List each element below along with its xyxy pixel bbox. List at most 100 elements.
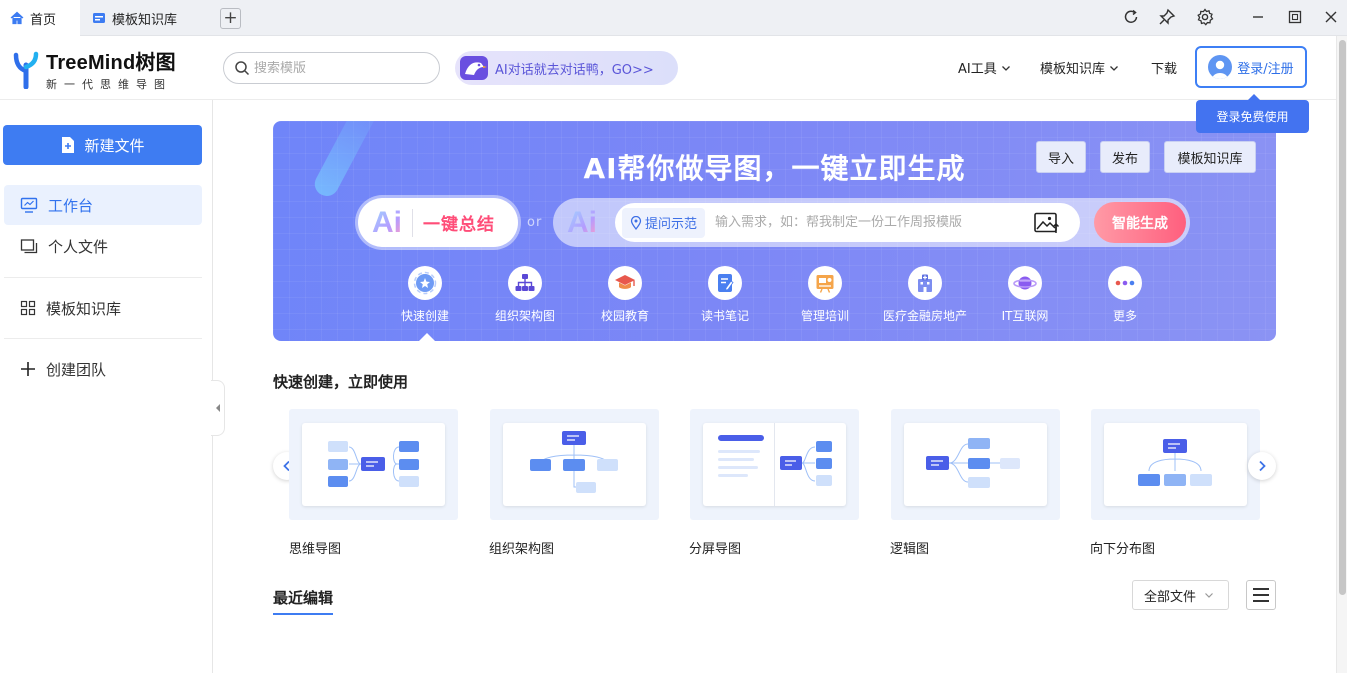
smart-generate-button[interactable]: 智能生成 <box>1094 202 1186 243</box>
chevron-down-icon <box>1110 65 1118 71</box>
sidebar-item-create-team[interactable]: 创建团队 <box>4 349 202 389</box>
nav-download[interactable]: 下载 <box>1151 58 1177 77</box>
top-header: TreeMind树图 新一代思维导图 AI对话就去对话鸭，GO>> AI工具 模… <box>0 36 1336 100</box>
category-label: 校园教育 <box>600 309 649 323</box>
sidebar-collapse-handle[interactable] <box>211 380 225 436</box>
sidebar-item-template-library[interactable]: 模板知识库 <box>4 288 202 328</box>
notebook-icon <box>708 266 742 300</box>
ai-logo-icon: Ai <box>567 205 597 239</box>
file-filter-select[interactable]: 全部文件 <box>1132 580 1229 610</box>
carousel-next-button[interactable] <box>1248 452 1276 480</box>
scrollbar-thumb[interactable] <box>1339 40 1346 595</box>
ai-prompt-input[interactable] <box>715 215 1026 230</box>
prompt-example-tag[interactable]: 提问示范 <box>622 207 706 238</box>
quick-create-icon <box>408 266 442 300</box>
summary-label: 一键总结 <box>423 215 495 235</box>
page-scrollbar[interactable] <box>1336 36 1347 673</box>
nav-label: 下载 <box>1151 62 1178 77</box>
search-icon <box>235 61 250 76</box>
import-button[interactable]: 导入 <box>1036 141 1086 173</box>
file-filter-value: 全部文件 <box>1144 589 1197 605</box>
category-management-training[interactable]: 管理培训 <box>775 266 875 324</box>
planet-icon <box>1008 266 1042 300</box>
quick-create-title: 快速创建，立即使用 <box>273 373 409 391</box>
ai-banner: AI帮你做导图，一键立即生成 导入 发布 模板知识库 Ai 一键总结 or Ai… <box>273 121 1276 341</box>
login-label: 登录/注册 <box>1237 61 1294 77</box>
publish-button[interactable]: 发布 <box>1100 141 1150 173</box>
chevron-down-icon <box>1205 593 1213 598</box>
minimize-icon[interactable] <box>1247 6 1269 28</box>
category-reading-notes[interactable]: 读书笔记 <box>675 266 775 324</box>
ai-promo-banner[interactable]: AI对话就去对话鸭，GO>> <box>455 51 678 85</box>
template-thumbnail <box>904 423 1047 506</box>
sidebar-item-label: 个人文件 <box>48 237 109 256</box>
category-campus-education[interactable]: 校园教育 <box>575 266 675 324</box>
list-icon-line <box>1253 594 1269 596</box>
nav-ai-tools[interactable]: AI工具 <box>958 58 1011 77</box>
app-logo[interactable]: TreeMind树图 新一代思维导图 <box>12 46 176 92</box>
template-library-button[interactable]: 模板知识库 <box>1164 141 1256 173</box>
ai-logo-icon: Ai <box>372 205 402 239</box>
search-box[interactable] <box>223 52 440 84</box>
ai-prompt-bar: Ai 提问示范 智能生成 <box>553 198 1190 247</box>
one-click-summary-button[interactable]: Ai 一键总结 <box>358 198 518 247</box>
logo-name: TreeMind树图 <box>46 52 176 74</box>
category-label: 快速创建 <box>400 309 449 323</box>
new-tab-button[interactable]: + <box>220 8 241 29</box>
new-file-label: 新建文件 <box>84 136 145 155</box>
nav-label: AI工具 <box>958 62 997 77</box>
new-file-icon <box>62 137 75 153</box>
template-thumbnail <box>703 423 846 506</box>
template-label: 向下分布图 <box>1090 542 1156 557</box>
folder-icon <box>20 239 38 254</box>
graduation-cap-icon <box>608 266 642 300</box>
pin-icon[interactable] <box>1156 6 1178 28</box>
list-view-button[interactable] <box>1246 580 1276 610</box>
training-board-icon <box>808 266 842 300</box>
sidebar-item-workbench[interactable]: 工作台 <box>4 185 202 225</box>
refresh-icon[interactable] <box>1120 6 1142 28</box>
template-split-screen[interactable] <box>690 409 859 520</box>
sidebar-divider <box>4 277 202 278</box>
sidebar-item-personal-files[interactable]: 个人文件 <box>4 226 202 266</box>
tab-home[interactable]: 首页 <box>0 0 80 36</box>
category-medical-finance-realestate[interactable]: 医疗金融房地产 <box>875 266 975 324</box>
image-upload-icon[interactable] <box>1034 212 1060 238</box>
sidebar-divider <box>4 338 202 339</box>
recent-edits-tab[interactable]: 最近编辑 <box>273 587 334 615</box>
plus-icon <box>21 362 35 376</box>
category-it-internet[interactable]: IT互联网 <box>975 266 1075 324</box>
tab-template-library[interactable]: 模板知识库 <box>82 0 212 36</box>
pill-divider <box>412 208 413 237</box>
new-file-button[interactable]: 新建文件 <box>3 125 202 165</box>
template-downward-chart[interactable] <box>1091 409 1260 520</box>
duck-mascot-icon <box>460 56 488 80</box>
tab-label: 首页 <box>30 12 57 28</box>
template-mindmap[interactable] <box>289 409 458 520</box>
search-input[interactable] <box>254 60 424 76</box>
org-chart-icon <box>508 266 542 300</box>
template-label: 思维导图 <box>289 542 342 557</box>
building-icon <box>908 266 942 300</box>
category-more[interactable]: 更多 <box>1075 266 1175 324</box>
template-label: 组织架构图 <box>489 542 555 557</box>
template-logic-chart[interactable] <box>891 409 1060 520</box>
template-library-icon <box>93 13 105 23</box>
close-icon[interactable] <box>1320 6 1342 28</box>
sidebar-item-label: 创建团队 <box>46 360 107 379</box>
chevron-right-icon <box>1259 460 1266 472</box>
category-quick-create[interactable]: 快速创建 <box>375 266 475 324</box>
template-label: 分屏导图 <box>689 542 742 557</box>
more-dots-icon <box>1108 266 1142 300</box>
tree-logo-icon <box>13 51 39 89</box>
nav-template-library[interactable]: 模板知识库 <box>1040 58 1119 77</box>
home-icon <box>10 11 24 25</box>
login-button[interactable]: 登录/注册 <box>1195 46 1307 88</box>
login-tooltip[interactable]: 登录免费使用 <box>1196 94 1309 133</box>
category-org-chart[interactable]: 组织架构图 <box>475 266 575 324</box>
avatar-icon <box>1208 55 1233 79</box>
template-label: 逻辑图 <box>890 542 930 557</box>
gear-icon[interactable] <box>1194 6 1216 28</box>
restore-icon[interactable] <box>1284 6 1306 28</box>
template-org-chart[interactable] <box>490 409 659 520</box>
